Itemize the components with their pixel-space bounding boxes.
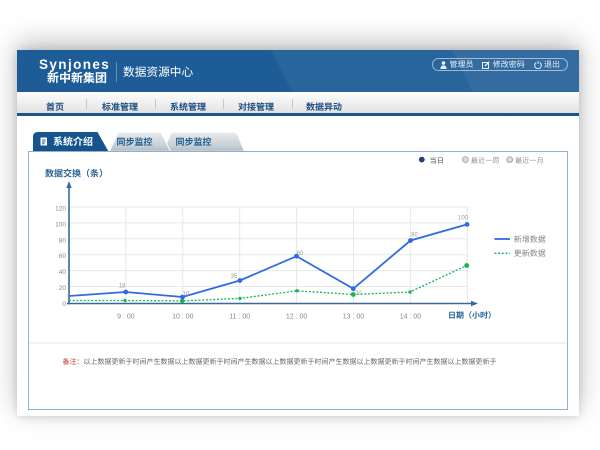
svg-text:18: 18 [119, 283, 126, 289]
svg-text:40: 40 [59, 269, 67, 276]
svg-text:80: 80 [59, 237, 67, 244]
svg-text:11 : 00: 11 : 00 [229, 314, 250, 321]
svg-text:数据交换（条）: 数据交换（条） [45, 169, 108, 179]
svg-text:10: 10 [355, 291, 361, 297]
svg-text:13 : 00: 13 : 00 [343, 314, 365, 321]
svg-text:100: 100 [458, 216, 469, 222]
svg-text:日期（小时）: 日期（小时） [448, 311, 496, 320]
svg-text:9 : 00: 9 : 00 [117, 314, 135, 321]
svg-text:最近一周: 最近一周 [471, 156, 500, 165]
svg-text:系统介绍: 系统介绍 [53, 136, 93, 148]
svg-text:10: 10 [183, 292, 190, 298]
svg-text:20: 20 [59, 285, 67, 292]
svg-text:更新数据: 更新数据 [514, 249, 546, 258]
svg-text:120: 120 [55, 206, 66, 213]
svg-text:35: 35 [231, 274, 238, 280]
svg-text:80: 80 [411, 233, 418, 239]
svg-text:60: 60 [59, 253, 67, 260]
svg-text:100: 100 [55, 221, 66, 228]
svg-text:60: 60 [297, 251, 304, 257]
svg-text:备注：以上数据更新于时间产生数据以上数据更新于时间产生数据以: 备注：以上数据更新于时间产生数据以上数据更新于时间产生数据以上数据更新于时间产生… [63, 358, 497, 366]
svg-text:14 : 00: 14 : 00 [400, 314, 422, 321]
svg-text:10 : 00: 10 : 00 [172, 314, 194, 321]
svg-text:新增数据: 新增数据 [514, 235, 546, 244]
svg-text:同步监控: 同步监控 [176, 137, 212, 147]
svg-text:12 : 00: 12 : 00 [286, 314, 308, 321]
svg-text:最近一月: 最近一月 [515, 156, 544, 165]
svg-text:0: 0 [62, 301, 66, 308]
svg-text:同步监控: 同步监控 [117, 137, 153, 147]
svg-text:当日: 当日 [430, 156, 444, 165]
